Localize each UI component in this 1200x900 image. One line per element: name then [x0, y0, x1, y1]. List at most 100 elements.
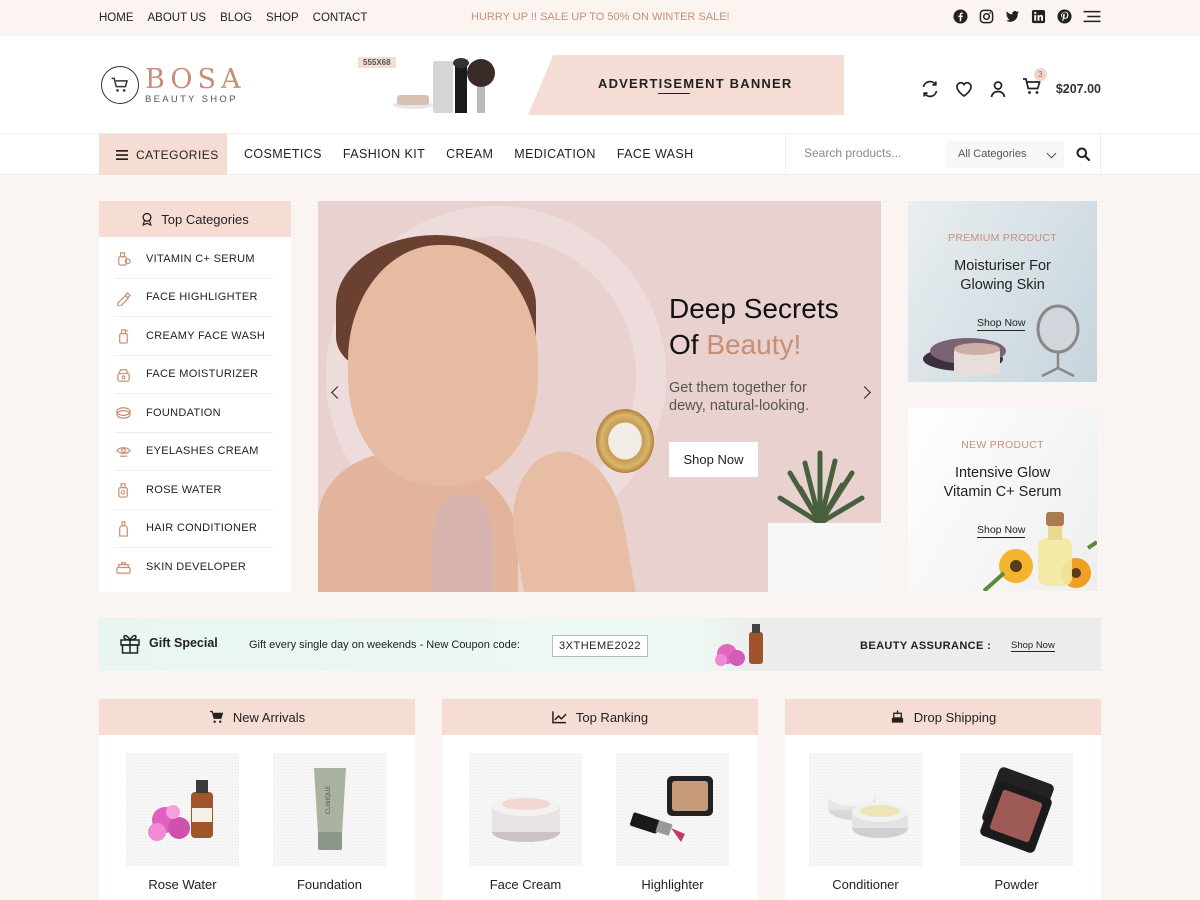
cart-total[interactable]: $207.00	[1056, 82, 1101, 96]
facebook-icon[interactable]	[953, 9, 968, 24]
search-input[interactable]	[804, 146, 934, 160]
sidebar-item-hair-conditioner[interactable]: HAIR CONDITIONER	[115, 510, 273, 548]
twitter-icon[interactable]	[1005, 9, 1020, 24]
product-image	[809, 753, 922, 866]
social-links	[953, 9, 1101, 24]
rose-water-bottle-icon	[118, 483, 128, 498]
skin-developer-icon	[116, 561, 131, 574]
product-card[interactable]: CLINIQUE Foundation	[273, 753, 386, 892]
chevron-down-icon	[1046, 148, 1057, 159]
pinterest-icon[interactable]	[1057, 9, 1072, 24]
product-name[interactable]: Face Cream	[469, 877, 582, 892]
gift-text: Gift every single day on weekends - New …	[249, 639, 520, 651]
nav-cream[interactable]: CREAM	[446, 147, 493, 161]
coupon-code[interactable]: 3XTHEME2022	[552, 635, 648, 657]
hero-title-line1: Deep Secrets	[669, 293, 839, 324]
promo-card-label: NEW PRODUCT	[961, 439, 1044, 451]
hero-model-top	[433, 496, 493, 592]
category-select[interactable]: All Categories	[946, 141, 1064, 168]
product-image	[469, 753, 582, 866]
promo-card-moisturiser[interactable]: PREMIUM PRODUCT Moisturiser For Glowing S…	[908, 201, 1097, 382]
nav-face-wash[interactable]: FACE WASH	[617, 147, 694, 161]
product-name[interactable]: Highlighter	[616, 877, 729, 892]
product-name[interactable]: Foundation	[273, 877, 386, 892]
wishlist-heart-icon[interactable]	[954, 79, 974, 99]
hamburger-icon	[116, 149, 128, 160]
promo-card-vitamin-serum[interactable]: NEW PRODUCT Intensive Glow Vitamin C+ Ser…	[908, 408, 1097, 591]
ad-text: ADVERTISEMENT BANNER	[598, 76, 793, 94]
hero-slider: Deep Secrets Of Beauty! Get them together…	[318, 201, 881, 592]
face-cream-image	[491, 795, 560, 842]
user-account-icon[interactable]	[988, 79, 1008, 99]
instagram-icon[interactable]	[979, 9, 994, 24]
cart-logo-icon	[111, 77, 128, 92]
foundation-tube-image: CLINIQUE	[313, 767, 346, 850]
top-nav-home[interactable]: HOME	[99, 12, 134, 24]
hero-shop-now-button[interactable]: Shop Now	[669, 442, 758, 477]
sidebar-item-label: SKIN DEVELOPER	[146, 561, 247, 574]
hero-cream-jar	[596, 409, 654, 473]
beauty-assurance-text: BEAUTY ASSURANCE :	[860, 640, 992, 652]
product-card[interactable]: Rose Water	[126, 753, 239, 892]
advertisement-banner[interactable]: 555X68 ADVERTISEMENT BANNER	[358, 55, 844, 115]
main-nav-bar: CATEGORIES COSMETICS FASHION KIT CREAM M…	[0, 133, 1200, 175]
eye-icon	[116, 446, 131, 457]
site-logo[interactable]: BOSA BEAUTY SHOP	[99, 64, 259, 110]
sidebar-item-face-moisturizer[interactable]: FACE MOISTURIZER	[115, 356, 273, 394]
compare-icon[interactable]	[920, 79, 940, 99]
product-card[interactable]: Powder	[960, 753, 1073, 892]
top-nav-contact[interactable]: CONTACT	[313, 12, 368, 24]
product-image: CLINIQUE	[273, 753, 386, 866]
nav-cosmetics[interactable]: COSMETICS	[244, 147, 322, 161]
slider-next-arrow-icon[interactable]	[858, 386, 871, 399]
nav-fashion-kit[interactable]: FASHION KIT	[343, 147, 425, 161]
sidebar-list: VITAMIN C+ SERUM FACE HIGHLIGHTER CREAMY…	[99, 237, 291, 587]
sidebar-item-foundation[interactable]: FOUNDATION	[115, 394, 273, 433]
product-name[interactable]: Conditioner	[809, 877, 922, 892]
section-header: Drop Shipping	[785, 699, 1101, 735]
svg-text:CLINIQUE: CLINIQUE	[325, 785, 332, 814]
rose-water-image	[147, 779, 213, 841]
sidebar-item-eyelashes-cream[interactable]: EYELASHES CREAM	[115, 433, 273, 471]
search-icon[interactable]	[1076, 147, 1090, 161]
cart-button[interactable]: 3	[1022, 68, 1047, 101]
header-actions: 3 $207.00	[920, 68, 1101, 101]
product-image	[960, 753, 1073, 866]
cart-plus-icon	[209, 710, 224, 723]
section-title: New Arrivals	[232, 709, 306, 725]
conditioner-bottle-icon	[119, 521, 128, 537]
gift-title: Gift Special	[119, 632, 218, 654]
menu-icon[interactable]	[1083, 9, 1101, 24]
medal-icon	[142, 212, 153, 226]
conditioner-jar-image	[827, 785, 908, 838]
top-nav-blog[interactable]: BLOG	[220, 12, 252, 24]
promo-card-title: Moisturiser For Glowing Skin	[908, 257, 1097, 295]
highlighter-lipstick-image	[629, 775, 713, 842]
top-nav-about[interactable]: ABOUT US	[148, 12, 207, 24]
linkedin-icon[interactable]	[1031, 9, 1046, 24]
sidebar-item-vitamin-c-serum[interactable]: VITAMIN C+ SERUM	[115, 240, 273, 279]
sidebar-item-skin-developer[interactable]: SKIN DEVELOPER	[115, 548, 273, 587]
product-card[interactable]: Conditioner	[809, 753, 922, 892]
product-card[interactable]: Face Cream	[469, 753, 582, 892]
logo-ring	[101, 66, 139, 104]
sidebar-item-rose-water[interactable]: ROSE WATER	[115, 471, 273, 510]
nav-medication[interactable]: MEDICATION	[514, 147, 596, 161]
promo-card-shop-now-link[interactable]: Shop Now	[977, 317, 1026, 331]
highlighter-icon	[117, 291, 132, 306]
product-card[interactable]: Highlighter	[616, 753, 729, 892]
categories-button[interactable]: CATEGORIES	[99, 134, 227, 175]
product-name[interactable]: Rose Water	[126, 877, 239, 892]
cart-count-badge: 3	[1033, 68, 1047, 81]
top-bar: HOME ABOUT US BLOG SHOP CONTACT HURRY UP…	[0, 0, 1200, 36]
sidebar-item-label: ROSE WATER	[146, 483, 222, 496]
sidebar-item-face-highlighter[interactable]: FACE HIGHLIGHTER	[115, 279, 273, 317]
promo-card-title-line2: Glowing Skin	[960, 277, 1045, 293]
gift-shop-now-link[interactable]: Shop Now	[1011, 640, 1055, 652]
promo-card-shop-now-link[interactable]: Shop Now	[977, 524, 1026, 538]
product-image	[616, 753, 729, 866]
section-header: Top Ranking	[442, 699, 758, 735]
sidebar-item-creamy-face-wash[interactable]: CREAMY FACE WASH	[115, 317, 273, 356]
product-name[interactable]: Powder	[960, 877, 1073, 892]
top-nav-shop[interactable]: SHOP	[266, 12, 299, 24]
